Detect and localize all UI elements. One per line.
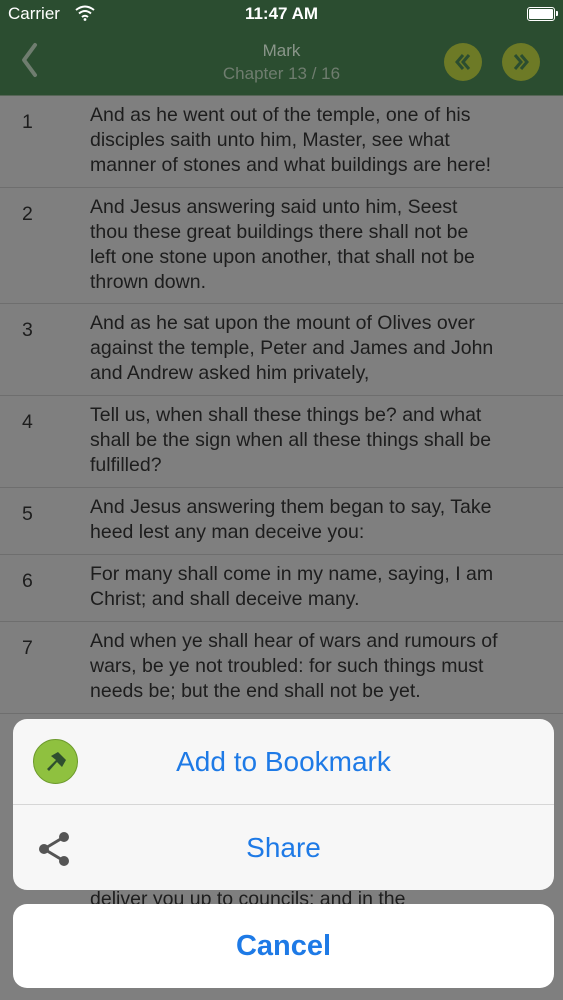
add-to-bookmark-option[interactable]: Add to Bookmark <box>13 719 554 804</box>
battery-icon <box>527 7 558 21</box>
verse-line: And as he went out of the temple, one of… <box>90 104 471 126</box>
cancel-button[interactable]: Cancel <box>13 904 554 988</box>
verse-number: 2 <box>22 203 33 225</box>
next-chapter-button[interactable] <box>502 43 540 81</box>
add-to-bookmark-label: Add to Bookmark <box>176 745 391 777</box>
share-label: Share <box>246 831 321 863</box>
verse-line: Tell us, when shall these things be? and… <box>90 404 482 426</box>
verse-row[interactable]: 3 And as he sat upon the mount of Olives … <box>0 304 563 396</box>
verse-line: And Jesus answering them began to say, T… <box>90 496 492 518</box>
verse-row[interactable]: 6 For many shall come in my name, saying,… <box>0 555 563 622</box>
verse-row[interactable]: 4 Tell us, when shall these things be? an… <box>0 396 563 488</box>
verse-line: disciples saith unto him, Master, see wh… <box>90 129 450 151</box>
verse-line: shall be the sign when all these things … <box>90 429 492 451</box>
clock: 11:47 AM <box>244 4 319 23</box>
verse-number: 1 <box>22 111 33 133</box>
verse-line: needs be; but the end shall not be yet. <box>90 680 421 702</box>
verse-number: 7 <box>22 637 33 659</box>
verse-line: thou these great buildings there shall n… <box>90 221 469 243</box>
verse-line: wars, be ye not troubled: for such thing… <box>90 655 484 677</box>
status-bar: Carrier 11:47 AM <box>0 0 563 30</box>
action-sheet: Add to Bookmark Share <box>13 719 554 890</box>
verse-text: Tell us, when shall these things be? and… <box>90 403 553 478</box>
verse-line: And when ye shall hear of wars and rumou… <box>90 630 498 652</box>
verse-line: and Andrew asked him privately, <box>90 362 370 384</box>
verse-text: And as he went out of the temple, one of… <box>90 103 553 178</box>
verse-line: against the temple, Peter and James and … <box>90 337 494 359</box>
verse-row[interactable]: 1 And as he went out of the temple, one o… <box>0 96 563 188</box>
verse-line: Christ; and shall deceive many. <box>90 588 360 610</box>
verse-number: 5 <box>22 503 33 525</box>
verse-line: And Jesus answering said unto him, Seest <box>90 196 458 218</box>
verse-line: heed lest any man deceive you: <box>90 521 365 543</box>
verse-text: And as he sat upon the mount of Olives o… <box>90 311 553 386</box>
verse-line: For many shall come in my name, saying, … <box>90 563 494 585</box>
double-chevron-right-icon <box>513 54 529 70</box>
verse-number: 6 <box>22 570 33 592</box>
verse-row[interactable]: 2 And Jesus answering said unto him, Sees… <box>0 188 563 304</box>
double-chevron-left-icon <box>455 54 471 70</box>
verse-row[interactable]: 5 And Jesus answering them began to say, … <box>0 488 563 555</box>
share-option[interactable]: Share <box>13 804 554 890</box>
verse-line: And as he sat upon the mount of Olives o… <box>90 312 475 334</box>
verse-line: left one stone upon another, that shall … <box>90 246 475 268</box>
verse-row[interactable]: 7 And when ye shall hear of wars and rumo… <box>0 622 563 714</box>
verse-text: For many shall come in my name, saying, … <box>90 562 553 612</box>
previous-chapter-button[interactable] <box>444 43 482 81</box>
verse-text: And when ye shall hear of wars and rumou… <box>90 629 553 704</box>
verse-number: 3 <box>22 319 33 341</box>
verse-list: 1 And as he went out of the temple, one o… <box>0 96 563 714</box>
verse-line: manner of stones and what buildings are … <box>90 154 492 176</box>
verse-line: fulfilled? <box>90 454 162 476</box>
verse-text: And Jesus answering said unto him, Seest… <box>90 195 553 295</box>
verse-text: And Jesus answering them began to say, T… <box>90 495 553 545</box>
verse-line: thrown down. <box>90 271 206 293</box>
verse-number: 4 <box>22 411 33 433</box>
